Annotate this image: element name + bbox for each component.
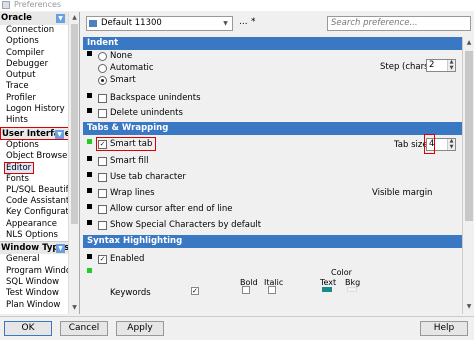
- modified-marker: [87, 139, 92, 144]
- modified-marker: [87, 220, 92, 225]
- italic-checkbox[interactable]: [268, 286, 276, 294]
- dialog-buttons: OK Cancel Apply Help: [0, 316, 474, 340]
- profile-value: Default 11300: [101, 18, 162, 28]
- collapse-icon[interactable]: ▼: [55, 129, 64, 139]
- radio-smart[interactable]: Smart: [83, 74, 283, 87]
- cancel-button[interactable]: Cancel: [60, 321, 108, 336]
- scroll-up-icon[interactable]: ▲: [465, 39, 473, 47]
- modified-indicator: *: [251, 17, 256, 27]
- radio-label: Smart: [110, 75, 136, 85]
- tab-size-value: 4: [429, 139, 435, 149]
- modified-marker: [87, 156, 92, 161]
- preferences-tree: Oracle ▼ Connection Options Compiler Deb…: [0, 12, 80, 314]
- chevron-down-icon[interactable]: ▼: [221, 19, 230, 28]
- modified-marker: [87, 172, 92, 177]
- checkbox-icon[interactable]: [98, 94, 107, 103]
- group-label: Oracle: [1, 13, 32, 23]
- delete-unindents-row[interactable]: Delete unindents: [83, 107, 474, 120]
- radio-icon[interactable]: [98, 64, 107, 73]
- radio-icon[interactable]: [98, 52, 107, 61]
- checkbox-icon[interactable]: [98, 157, 107, 166]
- modified-marker: [87, 204, 92, 209]
- special-chars-label: Show Special Characters by default: [110, 220, 262, 230]
- apply-button[interactable]: Apply: [116, 321, 164, 336]
- ok-button[interactable]: OK: [4, 321, 52, 336]
- checkbox-icon[interactable]: ✓: [98, 255, 107, 264]
- smart-tab-label: Smart tab: [110, 139, 153, 149]
- step-stepper[interactable]: 2 ▲ ▼: [426, 59, 456, 72]
- syntax-enabled-row[interactable]: ✓ Enabled: [83, 253, 474, 266]
- step-value: 2: [429, 60, 435, 70]
- search-input[interactable]: Search preference...: [327, 16, 471, 31]
- special-chars-row[interactable]: Show Special Characters by default: [83, 219, 474, 232]
- help-button[interactable]: Help: [420, 321, 468, 336]
- section-tabs-wrapping: Tabs & Wrapping: [83, 122, 474, 135]
- checkbox-icon[interactable]: [98, 109, 107, 118]
- profile-select[interactable]: Default 11300 ▼: [86, 16, 233, 31]
- modified-marker: [87, 188, 92, 193]
- checkbox-icon[interactable]: [98, 173, 107, 182]
- keywords-label: Keywords: [110, 288, 151, 298]
- radio-icon[interactable]: [98, 76, 107, 85]
- tree-scrollbar[interactable]: ▲ ▼: [68, 12, 79, 314]
- section-indent: Indent: [83, 37, 474, 50]
- tree-item-editor[interactable]: Editor: [4, 162, 34, 174]
- modified-marker: [87, 108, 92, 113]
- profile-icon: [89, 20, 97, 27]
- bold-checkbox[interactable]: [242, 286, 250, 294]
- indent-options-row: None Automatic Smart Step (chars) 2 ▲ ▼: [83, 50, 474, 88]
- wrap-lines-row[interactable]: Wrap lines Visible margin: [83, 187, 474, 200]
- checkbox-icon[interactable]: [98, 189, 107, 198]
- backspace-unindents-row[interactable]: Backspace unindents: [83, 92, 474, 105]
- section-syntax-highlighting: Syntax Highlighting: [83, 235, 474, 248]
- modified-marker: [87, 268, 92, 273]
- text-color-swatch[interactable]: [322, 287, 332, 292]
- spin-icon[interactable]: ▲ ▼: [447, 59, 455, 71]
- wrap-lines-label: Wrap lines: [110, 188, 155, 198]
- scroll-up-icon[interactable]: ▲: [71, 14, 78, 21]
- step-label: Step (chars): [380, 62, 432, 72]
- content-scrollbar[interactable]: ▲ ▼: [462, 37, 474, 314]
- tab-size-stepper[interactable]: 4 ▲ ▼: [426, 138, 456, 151]
- scroll-down-icon[interactable]: ▼: [465, 303, 473, 311]
- checkbox-icon[interactable]: ✓: [98, 140, 107, 149]
- more-button[interactable]: ...: [239, 17, 248, 27]
- preferences-toolbar: Default 11300 ▼ ... * Search preference.…: [83, 13, 474, 35]
- backspace-unindents-label: Backspace unindents: [110, 93, 201, 103]
- collapse-icon[interactable]: ▼: [56, 244, 65, 254]
- syntax-enabled-label: Enabled: [110, 254, 145, 264]
- app-icon: [2, 1, 10, 9]
- scroll-thumb[interactable]: [465, 51, 473, 221]
- delete-unindents-label: Delete unindents: [110, 108, 183, 118]
- spin-icon[interactable]: ▲ ▼: [447, 138, 455, 150]
- check-icon: ✓: [192, 287, 198, 295]
- collapse-icon[interactable]: ▼: [56, 14, 65, 23]
- scroll-down-icon[interactable]: ▼: [71, 304, 78, 311]
- modified-marker: [87, 93, 92, 98]
- modified-marker: [87, 254, 92, 259]
- visible-margin-label: Visible margin: [372, 188, 433, 198]
- tab-size-label: Tab size: [394, 140, 428, 150]
- smart-fill-row[interactable]: Smart fill: [83, 155, 474, 168]
- smart-fill-label: Smart fill: [110, 156, 149, 166]
- use-tab-label: Use tab character: [110, 172, 186, 182]
- scroll-thumb[interactable]: [71, 24, 78, 224]
- cursor-after-eol-row[interactable]: Allow cursor after end of line: [83, 203, 474, 216]
- title-bar: Preferences: [0, 0, 474, 11]
- editor-preferences-panel: Indent None Automatic Smart Step (chars)…: [83, 37, 474, 314]
- use-tab-row[interactable]: Use tab character: [83, 171, 474, 184]
- smart-tab-row[interactable]: ✓ Smart tab Tab size 4 ▲ ▼: [83, 134, 474, 154]
- syntax-table: Bold Italic Color Text Bkg ✓ Keywords: [83, 266, 474, 300]
- checkbox-icon[interactable]: [98, 205, 107, 214]
- checkbox-icon[interactable]: [98, 221, 107, 230]
- window-title: Preferences: [14, 0, 62, 9]
- bkg-color-swatch[interactable]: [347, 287, 357, 292]
- cursor-after-eol-label: Allow cursor after end of line: [110, 204, 233, 214]
